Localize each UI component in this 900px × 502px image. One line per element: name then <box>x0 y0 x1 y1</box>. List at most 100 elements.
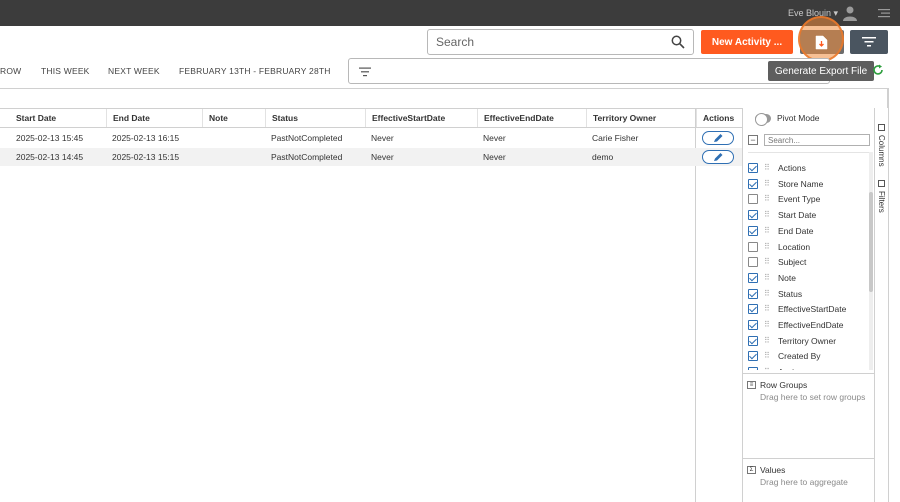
tab-columns[interactable]: Columns <box>875 124 888 167</box>
column-item[interactable]: ⠿ Event Type <box>748 192 820 206</box>
col-effective-end[interactable]: EffectiveEndDate <box>477 109 586 127</box>
cell-effective-start: Never <box>371 152 394 162</box>
pencil-icon <box>714 153 723 161</box>
column-search-input[interactable] <box>764 134 870 146</box>
column-checkbox[interactable] <box>748 335 758 346</box>
drag-handle-icon[interactable]: ⠿ <box>764 273 772 282</box>
column-item[interactable]: ⠿ Assignee <box>748 365 813 370</box>
drag-handle-icon[interactable]: ⠿ <box>764 179 772 188</box>
drag-handle-icon[interactable]: ⠿ <box>764 258 772 266</box>
drag-handle-icon[interactable]: ⠿ <box>764 211 772 219</box>
row-groups-icon: ≡ <box>747 381 756 389</box>
new-activity-button[interactable]: New Activity ... <box>701 30 793 54</box>
toggle-switch[interactable] <box>755 112 771 126</box>
tab-date-range[interactable]: FEBRUARY 13TH - FEBRUARY 28TH <box>179 66 331 76</box>
column-checkbox[interactable] <box>748 320 758 330</box>
pivot-mode-toggle[interactable]: Pivot Mode <box>755 112 820 126</box>
select-all-checkbox[interactable]: − <box>748 135 758 145</box>
col-start-date[interactable]: Start Date <box>10 109 105 127</box>
column-item-label: Note <box>778 272 796 283</box>
new-activity-label: New Activity ... <box>711 36 783 48</box>
column-item[interactable]: ⠿ EffectiveEndDate <box>748 318 844 332</box>
tab-row[interactable]: ROW <box>0 66 21 76</box>
drag-handle-icon[interactable]: ⠿ <box>764 226 772 235</box>
column-checkbox[interactable] <box>748 351 758 362</box>
column-checkbox[interactable] <box>748 163 758 173</box>
column-item[interactable]: ⠿ Note <box>748 271 796 285</box>
column-checkbox[interactable] <box>748 210 758 221</box>
refresh-icon[interactable] <box>872 64 884 76</box>
tab-filters[interactable]: Filters <box>875 180 888 213</box>
filter-button[interactable] <box>850 30 888 54</box>
column-checkbox[interactable] <box>748 272 758 283</box>
filter-bar[interactable] <box>348 58 830 84</box>
column-item[interactable]: ⠿ Start Date <box>748 208 816 222</box>
column-item[interactable]: ⠿ Status <box>748 287 802 301</box>
column-item[interactable]: ⠿ Actions <box>748 161 806 175</box>
column-checkbox[interactable] <box>748 194 758 205</box>
column-item[interactable]: ⠿ Location <box>748 240 810 254</box>
row-groups-title: Row Groups <box>760 380 808 390</box>
filter-lines-icon <box>359 67 371 77</box>
col-note[interactable]: Note <box>202 109 264 127</box>
column-checkbox[interactable] <box>748 241 758 252</box>
edit-button[interactable] <box>702 150 734 164</box>
drag-handle-icon[interactable]: ⠿ <box>764 242 772 251</box>
cell-effective-end: Never <box>483 133 506 143</box>
side-tabs: Columns Filters <box>875 124 888 224</box>
column-checkbox[interactable] <box>748 178 758 189</box>
tab-filters-label: Filters <box>877 191 886 213</box>
values-zone[interactable]: Σ Values Drag here to aggregate <box>743 458 874 502</box>
cell-start-date: 2025-02-13 15:45 <box>16 133 84 143</box>
drag-handle-icon[interactable]: ⠿ <box>764 305 772 313</box>
cell-effective-end: Never <box>483 152 506 162</box>
column-checkbox[interactable] <box>748 304 758 315</box>
values-hint: Drag here to aggregate <box>760 477 848 487</box>
column-item[interactable]: ⠿ EffectiveStartDate <box>748 302 846 316</box>
row-groups-zone[interactable]: ≡ Row Groups Drag here to set row groups <box>743 373 874 458</box>
column-list: ⠿ Actions ⠿ Store Name ⠿ Event Type ⠿ Start Dat… <box>748 152 872 370</box>
hamburger-menu-icon[interactable] <box>878 8 890 18</box>
table-row[interactable]: 2025-02-13 14:45 2025-02-13 15:15 PastNo… <box>0 148 742 166</box>
col-effective-start[interactable]: EffectiveStartDate <box>365 109 477 127</box>
table-row[interactable]: 2025-02-13 15:45 2025-02-13 16:15 PastNo… <box>0 129 742 147</box>
col-status[interactable]: Status <box>265 109 365 127</box>
column-item-label: Store Name <box>778 178 824 189</box>
column-item[interactable]: ⠿ Store Name <box>748 177 823 191</box>
search-icon[interactable] <box>671 35 685 49</box>
col-territory-owner[interactable]: Territory Owner <box>586 109 695 127</box>
column-item-label: Event Type <box>778 194 821 205</box>
column-checkbox[interactable] <box>748 288 758 299</box>
drag-handle-icon[interactable]: ⠿ <box>764 368 772 370</box>
column-checkbox[interactable] <box>748 257 758 268</box>
column-item-label: Actions <box>778 163 806 173</box>
column-checkbox[interactable] <box>748 225 758 236</box>
cell-status: PastNotCompleted <box>271 152 343 162</box>
cell-effective-start: Never <box>371 133 394 143</box>
user-avatar-icon[interactable] <box>842 5 858 21</box>
edit-button[interactable] <box>702 131 734 145</box>
col-end-date[interactable]: End Date <box>106 109 201 127</box>
column-item[interactable]: ⠿ Territory Owner <box>748 334 836 348</box>
tab-next-week[interactable]: NEXT WEEK <box>108 66 160 76</box>
drag-handle-icon[interactable]: ⠿ <box>764 195 772 203</box>
drag-handle-icon[interactable]: ⠿ <box>764 289 772 298</box>
column-checkbox[interactable] <box>748 367 758 370</box>
drag-handle-icon[interactable]: ⠿ <box>764 336 772 345</box>
tab-this-week[interactable]: THIS WEEK <box>41 66 90 76</box>
column-item[interactable]: ⠿ Subject <box>748 255 806 269</box>
column-list-scrollbar[interactable] <box>869 152 873 370</box>
actions-column <box>695 108 742 502</box>
column-item[interactable]: ⠿ End Date <box>748 224 813 238</box>
drag-handle-icon[interactable]: ⠿ <box>764 321 772 329</box>
grid-header: Start Date End Date Note Status Effectiv… <box>0 108 742 128</box>
column-item-label: EffectiveStartDate <box>778 304 847 315</box>
export-button[interactable] <box>798 16 844 62</box>
column-item[interactable]: ⠿ Created By <box>748 349 821 363</box>
drag-handle-icon[interactable]: ⠿ <box>764 352 772 360</box>
pivot-mode-label: Pivot Mode <box>777 113 820 123</box>
drag-handle-icon[interactable]: ⠿ <box>764 164 772 172</box>
search-input[interactable] <box>436 35 656 49</box>
cell-end-date: 2025-02-13 16:15 <box>112 133 180 143</box>
values-title: Values <box>760 465 786 475</box>
